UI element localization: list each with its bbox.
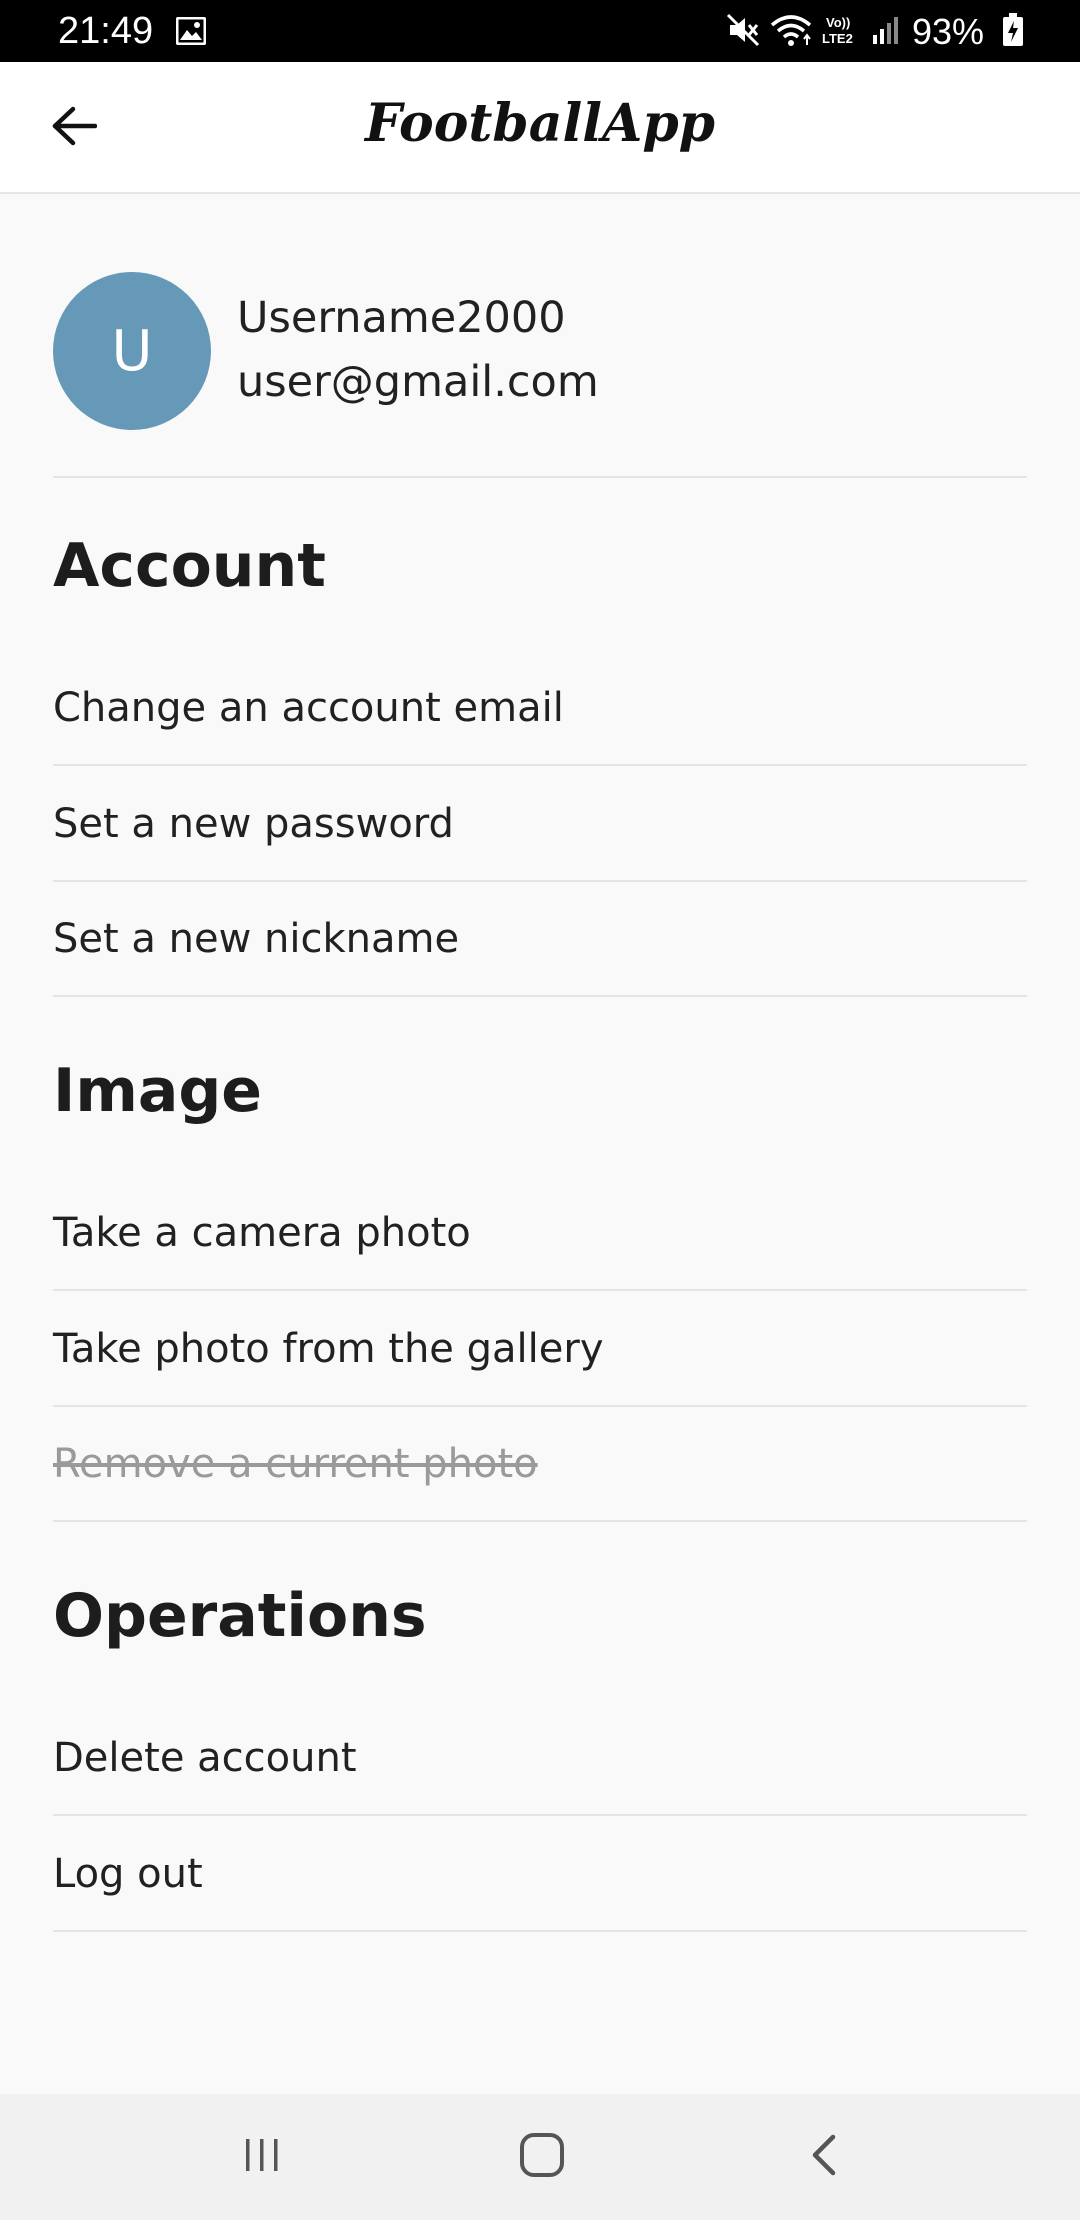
section-title-account: Account <box>53 531 326 601</box>
menu-item-remove-photo: Remove a current photo <box>53 1406 1027 1522</box>
section-title-operations: Operations <box>53 1581 427 1651</box>
app-title: FootballApp <box>364 93 716 154</box>
status-bar: 21:49 Vo)) LTE2 93% <box>0 0 1080 62</box>
profile-username: Username2000 <box>237 293 566 343</box>
status-icons: Vo)) LTE2 93% <box>716 10 1024 54</box>
battery-percent: 93% <box>911 11 984 52</box>
home-icon <box>519 2132 565 2182</box>
recent-apps-button[interactable] <box>182 2094 342 2220</box>
avatar[interactable]: U <box>53 272 211 430</box>
profile-header: U Username2000 user@gmail.com <box>53 272 1027 478</box>
signal-icon <box>862 15 898 49</box>
profile-email: user@gmail.com <box>237 357 599 407</box>
home-button[interactable] <box>462 2094 622 2220</box>
battery-icon <box>992 13 1024 51</box>
menu-item-change-email[interactable]: Change an account email <box>53 650 1027 766</box>
volte-icon: Vo)) LTE2 <box>812 13 862 51</box>
back-icon <box>809 2133 839 2181</box>
svg-text:Vo)): Vo)) <box>826 15 850 30</box>
svg-text:LTE2: LTE2 <box>822 31 853 46</box>
system-nav-bar <box>0 2094 1080 2220</box>
gallery-icon <box>175 16 207 46</box>
mute-icon <box>716 13 760 51</box>
menu-item-delete-account[interactable]: Delete account <box>53 1700 1027 1816</box>
section-title-image: Image <box>53 1056 262 1126</box>
menu-item-log-out[interactable]: Log out <box>53 1816 1027 1932</box>
recent-apps-icon <box>242 2135 282 2179</box>
app-bar: FootballApp <box>0 62 1080 194</box>
system-back-button[interactable] <box>744 2094 904 2220</box>
wifi-icon <box>760 13 812 51</box>
menu-item-camera-photo[interactable]: Take a camera photo <box>53 1175 1027 1291</box>
menu-item-gallery-photo[interactable]: Take photo from the gallery <box>53 1291 1027 1407</box>
menu-item-new-nickname[interactable]: Set a new nickname <box>53 881 1027 997</box>
menu-item-new-password[interactable]: Set a new password <box>53 766 1027 882</box>
status-time: 21:49 <box>58 10 154 52</box>
